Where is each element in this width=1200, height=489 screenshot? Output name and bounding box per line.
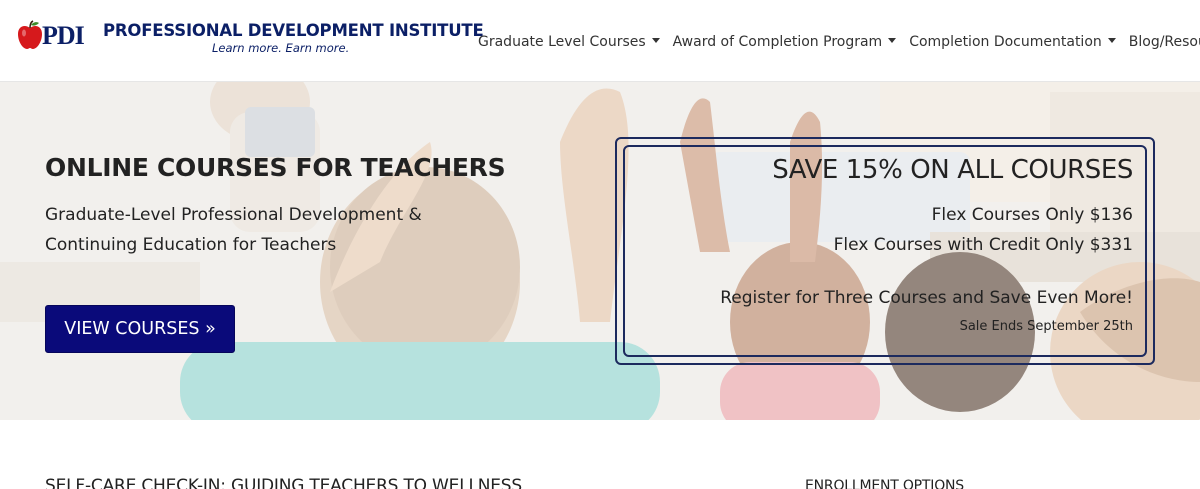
promo-flex-price: Flex Courses Only $136 <box>931 205 1133 225</box>
promo-box-inner: SAVE 15% ON ALL COURSES Flex Courses Onl… <box>623 145 1147 357</box>
promo-flex-credit-price: Flex Courses with Credit Only $331 <box>833 235 1133 255</box>
caret-down-icon <box>651 38 660 43</box>
apple-icon <box>18 20 42 49</box>
nav-label: Blog/Resource <box>1128 34 1200 50</box>
site-logo[interactable]: PDI PROFESSIONAL DEVELOPMENT INSTITUTE L… <box>17 18 484 60</box>
hero-title: ONLINE COURSES FOR TEACHERS <box>45 153 506 182</box>
promo-three-courses: Register for Three Courses and Save Even… <box>720 288 1133 308</box>
site-header: PDI PROFESSIONAL DEVELOPMENT INSTITUTE L… <box>0 0 1200 82</box>
article-heading[interactable]: SELF-CARE CHECK-IN: GUIDING TEACHERS TO … <box>45 476 522 489</box>
promo-box: SAVE 15% ON ALL COURSES Flex Courses Onl… <box>615 137 1155 365</box>
nav-completion-documentation[interactable]: Completion Documentation <box>909 32 1116 52</box>
caret-down-icon <box>1107 38 1116 43</box>
nav-graduate-level-courses[interactable]: Graduate Level Courses <box>478 32 660 52</box>
hero-subtitle-line: Continuing Education for Teachers <box>45 235 337 255</box>
hero-subtitle: Graduate-Level Professional Development … <box>45 200 485 260</box>
promo-sale-end: Sale Ends September 25th <box>959 319 1133 334</box>
logo-tagline: Learn more. Earn more. <box>212 41 350 55</box>
logo-mark: PDI <box>42 21 85 50</box>
enrollment-options-heading: ENROLLMENT OPTIONS <box>805 478 964 489</box>
hero-banner: ONLINE COURSES FOR TEACHERS Graduate-Lev… <box>0 82 1200 420</box>
logo-name: PROFESSIONAL DEVELOPMENT INSTITUTE <box>103 21 484 40</box>
view-courses-button[interactable]: VIEW COURSES » <box>45 305 235 353</box>
promo-title: SAVE 15% ON ALL COURSES <box>772 155 1133 185</box>
nav-label: Award of Completion Program <box>672 34 883 50</box>
nav-award-of-completion[interactable]: Award of Completion Program <box>673 32 897 52</box>
hero-subtitle-line: Graduate-Level Professional Development … <box>45 205 422 225</box>
nav-label: Graduate Level Courses <box>478 34 646 50</box>
main-nav: Graduate Level Courses Award of Completio… <box>478 31 1200 51</box>
caret-down-icon <box>888 38 897 43</box>
nav-blog-resources[interactable]: Blog/Resource <box>1129 32 1200 52</box>
nav-label: Completion Documentation <box>909 34 1102 50</box>
